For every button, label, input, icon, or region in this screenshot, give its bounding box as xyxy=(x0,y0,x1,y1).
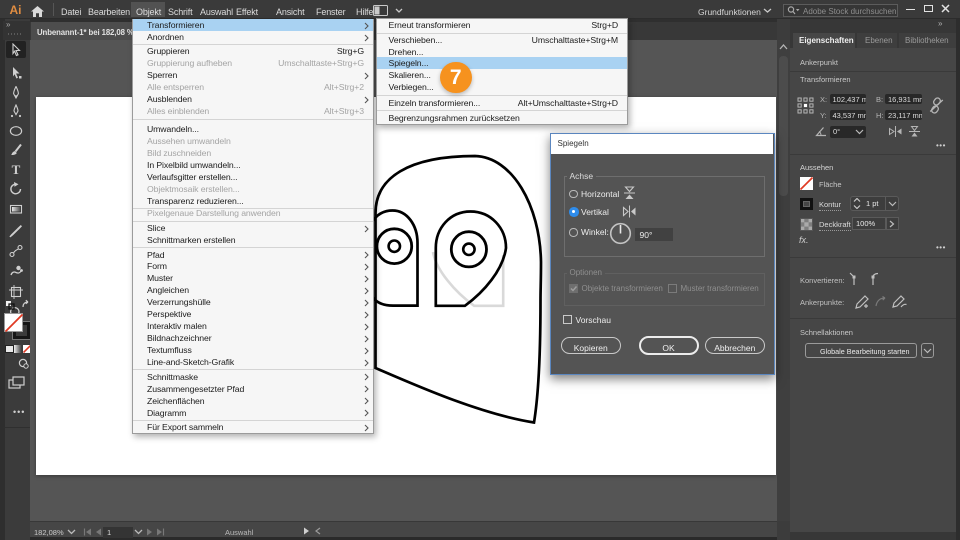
svg-text:T: T xyxy=(12,162,21,176)
